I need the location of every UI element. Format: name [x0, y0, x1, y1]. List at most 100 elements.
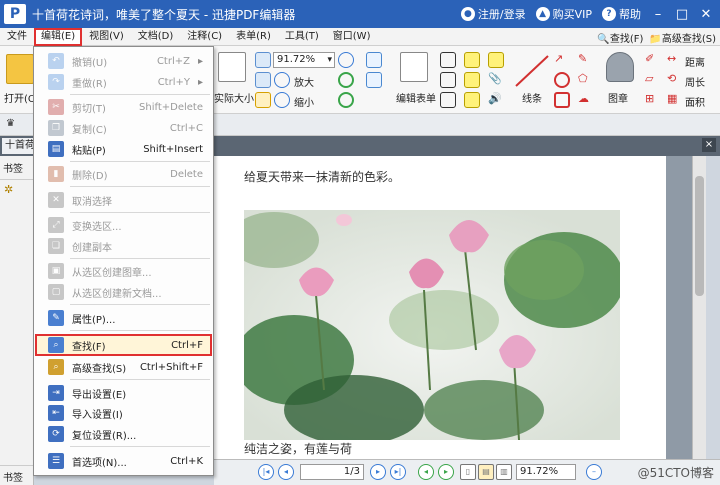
perimeter-label[interactable]: 周长	[685, 74, 705, 89]
edit-form-icon[interactable]	[400, 52, 428, 82]
help-button[interactable]: ? 帮助	[599, 6, 644, 22]
line-tool-icon[interactable]	[514, 54, 550, 88]
distance-icon[interactable]: ↔	[667, 52, 683, 68]
ellipse-tool-icon[interactable]	[554, 72, 570, 88]
document-tab[interactable]: 十首荷花	[2, 138, 34, 154]
perimeter-icon[interactable]: ⟲	[667, 72, 683, 88]
menu-export-settings[interactable]: ⇥ 导出设置(E)	[36, 383, 211, 403]
zoom-in-small-icon[interactable]	[338, 52, 354, 68]
menu-advanced-find[interactable]: ⌕ 高级查找(S) Ctrl+Shift+F	[36, 357, 211, 377]
next-page-icon[interactable]: ▸	[370, 464, 386, 480]
scrollbar-thumb[interactable]	[695, 176, 704, 296]
status-zoom-select[interactable]: 91.72%	[516, 464, 576, 480]
typewriter-icon[interactable]	[464, 52, 480, 68]
login-button[interactable]: ● 注册/登录	[458, 6, 529, 22]
menu-stamp-from-selection[interactable]: ▣ 从选区创建图章...	[36, 261, 211, 281]
eraser-icon[interactable]: ▱	[645, 72, 661, 88]
menu-create-copy[interactable]: ❏ 创建副本	[36, 236, 211, 256]
menu-find[interactable]: ⌕ 查找(F) Ctrl+F	[35, 334, 212, 356]
actual-size-label[interactable]: 实际大小	[214, 90, 254, 105]
menu-import-settings[interactable]: ⇤ 导入设置(I)	[36, 403, 211, 423]
open-folder-icon[interactable]	[6, 54, 34, 84]
close-icon[interactable]: ✕	[696, 7, 716, 22]
advanced-find-shortcut-button[interactable]: 📁高级查找(S)	[649, 30, 716, 45]
fit-width-icon[interactable]	[255, 72, 271, 88]
cloud-tool-icon[interactable]: ☁	[578, 92, 594, 108]
attach-icon[interactable]: 📎	[488, 72, 504, 88]
zoom-select[interactable]: 91.72%	[273, 52, 335, 68]
menu-edit[interactable]: 编辑(E)	[34, 27, 83, 46]
menu-new-doc-from-selection[interactable]: ▢ 从选区创建新文档...	[36, 282, 211, 302]
line-label[interactable]: 线条	[522, 90, 542, 105]
menu-undo[interactable]: ↶ 撤销(U) Ctrl+Z ▸	[36, 51, 211, 71]
first-page-icon[interactable]: |◂	[258, 464, 274, 480]
sound-icon[interactable]: 🔊	[488, 92, 504, 108]
bookmark-settings-icon[interactable]: ✲	[0, 180, 33, 199]
stamp-icon[interactable]	[606, 52, 634, 82]
two-page-icon[interactable]: ▥	[496, 464, 512, 480]
maximize-icon[interactable]: □	[672, 7, 692, 22]
edit-form-label[interactable]: 编辑表单	[396, 90, 436, 105]
textbox-icon[interactable]	[464, 72, 480, 88]
menu-transform-selection[interactable]: ⤢ 变换选区...	[36, 215, 211, 235]
menu-reset-settings[interactable]: ⟳ 复位设置(R)...	[36, 424, 211, 444]
menu-cut[interactable]: ✂ 剪切(T) Shift+Delete	[36, 97, 211, 117]
menu-comment[interactable]: 注释(C)	[180, 28, 229, 46]
distance-label[interactable]: 距离	[685, 54, 705, 69]
forward-icon[interactable]: ▸	[438, 464, 454, 480]
menu-properties[interactable]: ✎ 属性(P)...	[36, 308, 211, 328]
rotate-left-icon[interactable]	[338, 72, 354, 88]
rotate-right-icon[interactable]	[338, 92, 354, 108]
menu-file[interactable]: 文件	[0, 28, 34, 46]
pencil-tool-icon[interactable]: ✎	[578, 52, 594, 68]
menu-deselect[interactable]: ✕ 取消选择	[36, 190, 211, 210]
note-icon[interactable]	[488, 52, 504, 68]
area-icon[interactable]: ▦	[667, 92, 683, 108]
menu-preferences[interactable]: ☰ 首选项(N)... Ctrl+K	[36, 451, 211, 471]
text-field-icon[interactable]	[366, 52, 382, 68]
menu-form[interactable]: 表单(R)	[229, 28, 278, 46]
back-icon[interactable]: ◂	[418, 464, 434, 480]
zoom-in-label[interactable]: 放大	[294, 74, 314, 89]
polygon-tool-icon[interactable]: ⬠	[578, 72, 594, 88]
select-text-icon[interactable]	[440, 72, 456, 88]
stamp-label[interactable]: 图章	[608, 90, 628, 105]
highlight-icon[interactable]: ✐	[645, 52, 661, 68]
page-number-input[interactable]: 1/3	[300, 464, 364, 480]
single-page-icon[interactable]: ▯	[460, 464, 476, 480]
menu-redo[interactable]: ↷ 重做(R) Ctrl+Y ▸	[36, 72, 211, 92]
redo-icon: ↷	[48, 74, 64, 90]
fit-page-icon[interactable]	[255, 52, 271, 68]
status-zoom-out-icon[interactable]: –	[586, 464, 602, 480]
menu-copy[interactable]: ❐ 复制(C) Ctrl+C	[36, 118, 211, 138]
zoom-out-icon[interactable]	[274, 92, 290, 108]
arrow-tool-icon[interactable]: ↗	[554, 52, 570, 68]
menu-document[interactable]: 文档(D)	[131, 28, 181, 46]
select-area-icon[interactable]	[440, 92, 456, 108]
menu-delete[interactable]: ▮ 删除(D) Delete	[36, 164, 211, 184]
last-page-icon[interactable]: ▸|	[390, 464, 406, 480]
vertical-scrollbar[interactable]	[692, 156, 706, 459]
buy-vip-button[interactable]: ▲ 购买VIP	[533, 6, 595, 22]
checkbox-field-icon[interactable]	[366, 72, 382, 88]
continuous-page-icon[interactable]: ▤	[478, 464, 494, 480]
rectangle-tool-icon[interactable]	[554, 92, 570, 108]
crown-icon[interactable]: ♛	[6, 118, 15, 129]
zoom-in-icon[interactable]	[274, 72, 290, 88]
callout-icon[interactable]	[464, 92, 480, 108]
menu-tools[interactable]: 工具(T)	[278, 28, 326, 46]
close-document-icon[interactable]: ×	[702, 138, 716, 152]
crop-icon[interactable]	[440, 52, 456, 68]
actual-size-icon[interactable]	[218, 52, 246, 82]
menu-window[interactable]: 窗口(W)	[326, 28, 378, 46]
find-shortcut-button[interactable]: 🔍查找(F)	[597, 30, 643, 45]
prev-page-icon[interactable]: ◂	[278, 464, 294, 480]
measure-icon[interactable]: ⊞	[645, 92, 661, 108]
minimize-icon[interactable]: –	[648, 7, 668, 22]
menu-paste[interactable]: ▤ 粘贴(P) Shift+Insert	[36, 139, 211, 159]
zoom-out-label[interactable]: 缩小	[294, 94, 314, 109]
bookmark-tab[interactable]: 书签	[0, 465, 34, 485]
menu-view[interactable]: 视图(V)	[82, 28, 131, 46]
fit-visible-icon[interactable]	[255, 92, 271, 108]
area-label[interactable]: 面积	[685, 94, 705, 109]
